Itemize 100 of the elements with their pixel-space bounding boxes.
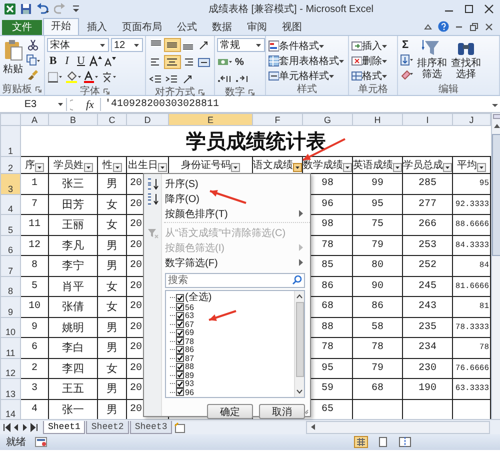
- ribbon-tab[interactable]: 页面布局: [115, 20, 169, 35]
- dialog-launcher-icon[interactable]: [198, 88, 205, 96]
- filter-dropdown-button[interactable]: [84, 163, 92, 172]
- list-scrollbar[interactable]: [294, 291, 304, 397]
- sheet-tab[interactable]: Sheet2: [86, 420, 129, 434]
- column-header[interactable]: J: [452, 114, 490, 126]
- checkbox[interactable]: [176, 312, 184, 320]
- sheet-tab[interactable]: Sheet3: [130, 420, 172, 434]
- row-header[interactable]: 4: [0, 194, 20, 214]
- ribbon-tab[interactable]: 数据: [205, 20, 239, 35]
- column-header[interactable]: G: [302, 114, 352, 126]
- brush-icon[interactable]: [27, 69, 39, 81]
- column-header[interactable]: A: [20, 114, 48, 126]
- close-icon[interactable]: [482, 3, 496, 15]
- paste-button[interactable]: 粘贴: [2, 38, 24, 77]
- checkbox[interactable]: [176, 294, 184, 302]
- column-header[interactable]: F: [252, 114, 302, 126]
- name-box[interactable]: E3: [0, 98, 67, 111]
- menu-button[interactable]: 套用表格格式: [268, 54, 345, 67]
- font-size-field[interactable]: 12: [111, 38, 143, 52]
- row-header[interactable]: 14: [0, 399, 20, 420]
- first-sheet-icon[interactable]: [3, 422, 11, 432]
- ribbon-tab[interactable]: 开始: [43, 18, 79, 35]
- row-header[interactable]: 8: [0, 276, 20, 296]
- ribbon-tab[interactable]: 插入: [80, 20, 114, 35]
- record-macro-icon[interactable]: [34, 436, 48, 448]
- grow-font-icon[interactable]: [89, 55, 102, 67]
- number-format-field[interactable]: 常规: [217, 38, 265, 52]
- font-color-icon[interactable]: [83, 71, 99, 83]
- dialog-button[interactable]: 取消: [259, 404, 305, 419]
- maximize-icon[interactable]: [462, 3, 476, 15]
- percent-button[interactable]: %: [235, 56, 244, 68]
- row-header[interactable]: 9: [0, 296, 20, 317]
- row-header[interactable]: 12: [0, 358, 20, 378]
- horizontal-scrollbar[interactable]: [306, 420, 490, 434]
- column-header[interactable]: B: [48, 114, 98, 126]
- filter-dropdown-button[interactable]: [158, 163, 167, 172]
- resize-grip-icon[interactable]: [303, 409, 309, 415]
- menu-button[interactable]: 删除: [351, 54, 388, 67]
- search-field[interactable]: 搜索: [165, 273, 305, 288]
- checkbox[interactable]: [176, 346, 184, 354]
- page-layout-view-icon[interactable]: [376, 436, 390, 448]
- filter-dropdown-button[interactable]: [112, 163, 122, 172]
- eraser-icon[interactable]: [400, 68, 414, 80]
- copy-icon[interactable]: [26, 54, 40, 66]
- filter-dropdown-button[interactable]: [443, 163, 452, 172]
- row-header[interactable]: 6: [0, 235, 20, 256]
- menu-button[interactable]: 插入: [351, 39, 388, 52]
- sheet-tab[interactable]: Sheet1: [43, 420, 86, 434]
- middle-align-icon[interactable]: [164, 38, 181, 52]
- dialog-launcher-icon[interactable]: [248, 88, 255, 96]
- checkbox[interactable]: [176, 380, 184, 388]
- filter-dropdown-button[interactable]: [393, 163, 402, 172]
- dialog-launcher-icon[interactable]: [35, 86, 42, 92]
- column-header[interactable]: I: [402, 114, 452, 126]
- checkbox[interactable]: [176, 303, 184, 312]
- previous-sheet-icon[interactable]: [12, 422, 20, 432]
- scroll-thumb[interactable]: [492, 134, 500, 256]
- undo-icon[interactable]: [36, 3, 50, 15]
- restore-icon[interactable]: [469, 22, 479, 32]
- help-icon[interactable]: [438, 21, 449, 32]
- next-sheet-icon[interactable]: [21, 422, 29, 432]
- filter-dropdown-button[interactable]: [35, 163, 44, 172]
- format-button[interactable]: U: [75, 54, 87, 68]
- filter-dropdown-button[interactable]: [343, 163, 352, 172]
- fill-down-icon[interactable]: [400, 54, 414, 66]
- column-header[interactable]: H: [352, 114, 402, 126]
- dropdown-caret-icon[interactable]: [57, 101, 64, 108]
- autosum-button[interactable]: Σ: [400, 39, 409, 52]
- row-header[interactable]: 10: [0, 317, 20, 338]
- row-header[interactable]: 5: [0, 214, 20, 235]
- row-header[interactable]: 7: [0, 256, 20, 276]
- row-header[interactable]: 11: [0, 338, 20, 358]
- formula-field[interactable]: '410928200303028811: [100, 98, 487, 111]
- search-icon[interactable]: [292, 275, 302, 285]
- column-header[interactable]: E: [168, 114, 252, 126]
- checkbox[interactable]: [176, 371, 184, 380]
- shrink-font-icon[interactable]: [104, 55, 116, 67]
- collapse-ribbon-icon[interactable]: [423, 22, 433, 32]
- format-button[interactable]: I: [61, 54, 73, 68]
- vertical-scrollbar[interactable]: [491, 113, 500, 419]
- menu-button[interactable]: 格式: [351, 69, 388, 82]
- scissors-icon[interactable]: [27, 39, 39, 51]
- filter-dropdown-button[interactable]: [293, 163, 302, 172]
- column-header[interactable]: C: [98, 114, 126, 126]
- find-select-button[interactable]: 查找和选择: [450, 38, 482, 81]
- row-header[interactable]: 3: [0, 174, 20, 194]
- column-header[interactable]: D: [126, 114, 168, 126]
- checkbox[interactable]: [176, 388, 184, 396]
- ribbon-tab[interactable]: 公式: [170, 20, 204, 35]
- customize-caret-icon[interactable]: [72, 3, 80, 15]
- save-icon[interactable]: [20, 3, 32, 15]
- merge-icon[interactable]: [196, 55, 213, 69]
- normal-view-icon[interactable]: [354, 436, 368, 448]
- checkbox[interactable]: [176, 337, 184, 346]
- dropdown-caret-icon[interactable]: [99, 42, 106, 48]
- center-align-icon[interactable]: [164, 55, 181, 69]
- dropdown-caret-icon[interactable]: [133, 42, 140, 48]
- last-sheet-icon[interactable]: [30, 422, 38, 432]
- sort-filter-button[interactable]: 排序和筛选: [416, 38, 448, 81]
